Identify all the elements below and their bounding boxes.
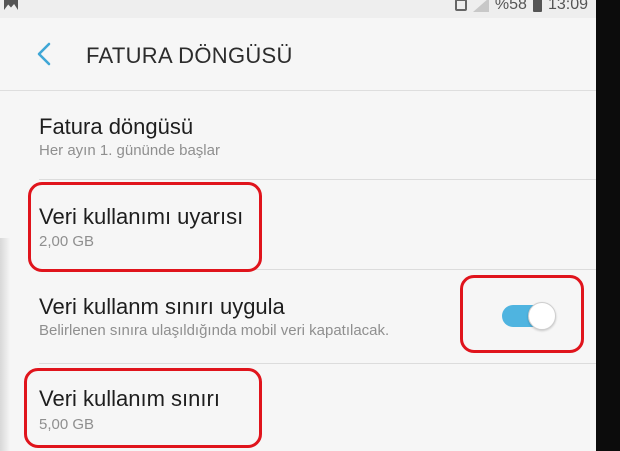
signal-icon [472, 0, 489, 12]
sim-icon [454, 0, 467, 11]
billing-cycle-subtitle: Her ayın 1. gününde başlar [39, 142, 220, 159]
device-bezel [0, 238, 10, 451]
device-edge [596, 0, 620, 451]
gallery-icon [4, 0, 18, 10]
battery-icon [532, 0, 542, 12]
settings-screen: %58 13:09 FATURA DÖNGÜSÜ Fatura döngüsü … [0, 0, 596, 451]
clock: 13:09 [547, 0, 588, 13]
battery-percent: %58 [494, 0, 527, 13]
status-icons: %58 13:09 [454, 0, 588, 14]
app-bar: FATURA DÖNGÜSÜ [0, 18, 596, 91]
billing-cycle-title: Fatura döngüsü [39, 114, 194, 139]
annotation-box-usage-limit [24, 368, 262, 448]
chevron-left-icon [37, 42, 51, 66]
annotation-box-toggle [460, 275, 584, 353]
setting-billing-cycle[interactable]: Fatura döngüsü Her ayın 1. gününde başla… [0, 92, 596, 178]
page-title: FATURA DÖNGÜSÜ [86, 43, 293, 68]
apply-limit-subtitle: Belirlenen sınıra ulaşıldığında mobil ve… [39, 322, 390, 339]
apply-limit-title: Veri kullanm sınırı uygula [39, 294, 285, 319]
back-button[interactable] [30, 38, 58, 70]
status-bar: %58 13:09 [0, 0, 596, 18]
annotation-box-usage-warning [28, 182, 262, 272]
